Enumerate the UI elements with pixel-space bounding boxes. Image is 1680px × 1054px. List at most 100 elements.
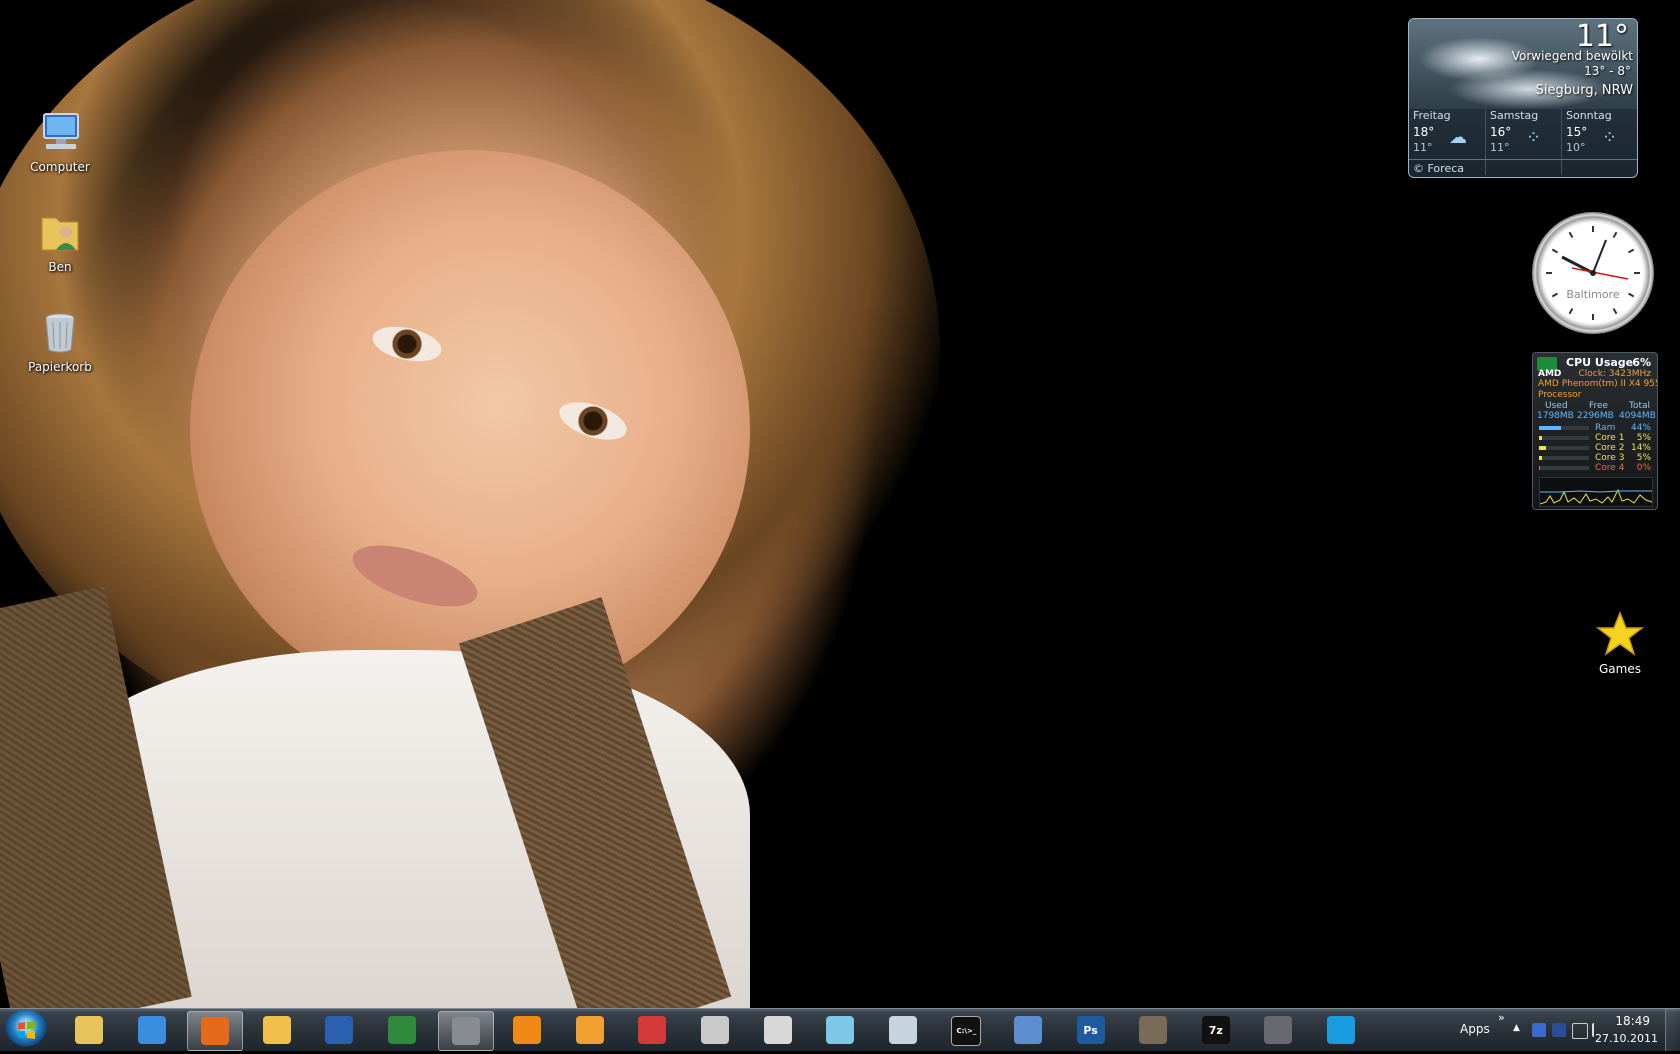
forecast-day-name: Sonntag bbox=[1566, 109, 1612, 122]
clock-gadget[interactable]: Baltimore bbox=[1532, 212, 1654, 334]
start-button[interactable] bbox=[4, 1010, 48, 1050]
notification-area: Apps » ▲ 18:49 27.10.2011 bbox=[1360, 1009, 1680, 1051]
taskbar-item-vlc[interactable] bbox=[500, 1011, 554, 1049]
security-tray-icon[interactable] bbox=[1532, 1023, 1546, 1037]
taskbar-item-firefox[interactable] bbox=[187, 1011, 244, 1051]
clock-time[interactable]: 18:49 bbox=[1615, 1014, 1650, 1028]
cpu-brand: AMD bbox=[1538, 369, 1562, 379]
word-icon bbox=[325, 1016, 354, 1044]
cpu-history-graph bbox=[1539, 477, 1653, 507]
cpu-bar-label: Core 2 bbox=[1595, 443, 1625, 453]
taskbar-item-explorer[interactable] bbox=[62, 1011, 116, 1049]
play-icon bbox=[575, 1016, 604, 1044]
desktop-icon-label: Ben bbox=[48, 260, 72, 274]
cpu-clock: Clock: 3423MHz bbox=[1578, 369, 1651, 379]
computer-icon bbox=[43, 113, 79, 149]
taskbar-item-save[interactable] bbox=[625, 1011, 679, 1049]
taskbar-item-photo-viewer[interactable] bbox=[1126, 1011, 1180, 1049]
clock-second-hand bbox=[1571, 267, 1629, 280]
desktop-icon-computer[interactable]: Computer bbox=[15, 108, 105, 174]
taskbar-item-7zip[interactable]: 7z bbox=[1189, 1011, 1243, 1049]
cpu-bar-fill bbox=[1539, 456, 1542, 460]
desktop-icon-games[interactable]: Games bbox=[1575, 610, 1665, 676]
cpu-bar-fill bbox=[1539, 426, 1561, 430]
taskbar-item-word[interactable] bbox=[312, 1011, 366, 1049]
photoshop-icon: Ps bbox=[1076, 1016, 1105, 1044]
taskbar-item-calculator[interactable] bbox=[876, 1011, 930, 1049]
cpu-bar-fill bbox=[1539, 446, 1546, 450]
wallpaper-face bbox=[190, 150, 750, 710]
desktop-icon-label: Computer bbox=[30, 160, 90, 174]
mem-used-header: Used bbox=[1545, 401, 1568, 411]
taskbar-item-todo[interactable] bbox=[751, 1011, 805, 1049]
taskbar-item-photoshop[interactable]: Ps bbox=[1064, 1011, 1118, 1049]
forecast-day: Samstag 16° 11° ⁘ bbox=[1485, 109, 1562, 175]
skype-icon bbox=[1327, 1016, 1355, 1044]
weather-gadget[interactable]: 11° Vorwiegend bewölkt 13° - 8° Siegburg… bbox=[1408, 18, 1638, 178]
taskbar-item-internet-explorer[interactable] bbox=[125, 1011, 179, 1049]
rain-icon: ⁘ bbox=[1602, 127, 1618, 148]
cpu-bar-label: Ram bbox=[1595, 423, 1616, 433]
cpu-bar-value: 0% bbox=[1636, 463, 1651, 473]
cpu-bar-track bbox=[1539, 446, 1589, 450]
cpu-bar-track bbox=[1539, 436, 1589, 440]
taskbar-item-steam[interactable] bbox=[1251, 1011, 1305, 1049]
ie-icon bbox=[137, 1016, 166, 1044]
terminal-icon: C:\>_ bbox=[951, 1016, 982, 1046]
desktop-icon-ben[interactable]: Ben bbox=[15, 208, 105, 274]
mem-free: 2296MB bbox=[1577, 411, 1614, 421]
mail-icon bbox=[262, 1016, 291, 1044]
cpu-model: AMD Phenom(tm) II X4 955 bbox=[1538, 379, 1658, 389]
cpu-bar-track bbox=[1539, 426, 1589, 430]
weather-credit[interactable]: © Foreca bbox=[1413, 162, 1464, 175]
cpu-bar-track bbox=[1539, 456, 1589, 460]
taskbar-item-excel[interactable] bbox=[375, 1011, 429, 1049]
weather-location: Siegburg, NRW bbox=[1535, 83, 1633, 98]
forecast-day-name: Samstag bbox=[1490, 109, 1539, 122]
weather-temp-range: 13° - 8° bbox=[1584, 64, 1631, 78]
forecast-high: 15° bbox=[1566, 125, 1588, 139]
cpu-title: CPU Usage bbox=[1566, 356, 1634, 369]
user-folder-icon bbox=[41, 217, 79, 251]
clock-city: Baltimore bbox=[1566, 288, 1620, 301]
cpu-bar-value: 5% bbox=[1636, 433, 1651, 443]
cpu-bar-fill bbox=[1539, 466, 1540, 470]
apps-toolbar[interactable]: Apps bbox=[1460, 1022, 1490, 1036]
taskbar-item-disc-burner[interactable] bbox=[688, 1011, 742, 1049]
desktop-icon-label: Games bbox=[1599, 662, 1641, 676]
show-desktop-button[interactable] bbox=[1665, 1009, 1680, 1051]
cpu-bar-value: 5% bbox=[1636, 453, 1651, 463]
cpu-bar-value: 44% bbox=[1630, 423, 1651, 433]
taskbar-item-command-prompt[interactable]: C:\>_ bbox=[938, 1011, 992, 1049]
taskbar-item-notes[interactable] bbox=[813, 1011, 867, 1049]
calculator-icon bbox=[888, 1016, 917, 1044]
forecast-high: 16° bbox=[1490, 125, 1512, 139]
cpu-usage-gadget[interactable]: CPU Usage 6% AMD Clock: 3423MHz AMD Phen… bbox=[1532, 352, 1658, 510]
desktop-icon-papierkorb[interactable]: Papierkorb bbox=[15, 308, 105, 374]
forecast-low: 10° bbox=[1566, 141, 1586, 154]
taskbar: C:\>_ Ps 7z Apps » ▲ 18:49 27.10.2011 bbox=[0, 1008, 1680, 1051]
weather-condition: Vorwiegend bewölkt bbox=[1511, 49, 1633, 63]
cpu-bar-fill bbox=[1539, 436, 1542, 440]
clock-face bbox=[1546, 226, 1640, 320]
steam-icon bbox=[1264, 1016, 1293, 1044]
show-hidden-icons-button[interactable]: ▲ bbox=[1513, 1023, 1520, 1033]
folder-icon bbox=[75, 1016, 103, 1044]
forecast-low: 11° bbox=[1490, 141, 1510, 154]
forecast-low: 11° bbox=[1413, 141, 1433, 154]
bluetooth-tray-icon[interactable] bbox=[1552, 1023, 1566, 1037]
clock-minute-hand bbox=[1592, 239, 1607, 274]
clock-date[interactable]: 27.10.2011 bbox=[1595, 1032, 1658, 1045]
disc-icon bbox=[701, 1016, 729, 1044]
pen-icon bbox=[826, 1016, 855, 1044]
cpu-model-line2: Processor bbox=[1538, 390, 1582, 400]
toolbar-chevron-icon[interactable]: » bbox=[1498, 1011, 1505, 1024]
star-icon bbox=[1596, 610, 1644, 656]
taskbar-item-media-player[interactable] bbox=[563, 1011, 617, 1049]
network-tray-icon[interactable] bbox=[1572, 1023, 1588, 1039]
taskbar-item-virtualbox[interactable] bbox=[1001, 1011, 1055, 1049]
cloudy-icon: ☁ bbox=[1449, 127, 1467, 148]
taskbar-item-security[interactable] bbox=[437, 1011, 494, 1051]
taskbar-item-outlook[interactable] bbox=[250, 1011, 304, 1049]
cpu-bar-label: Core 4 bbox=[1595, 463, 1625, 473]
